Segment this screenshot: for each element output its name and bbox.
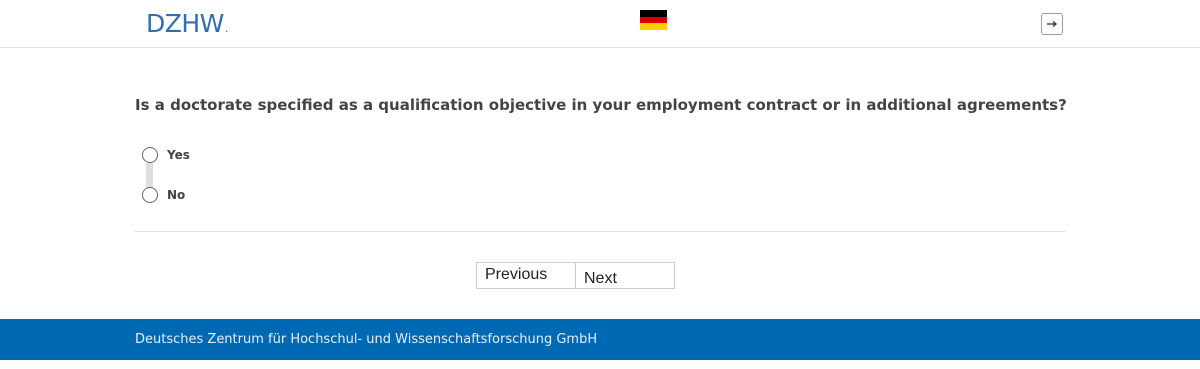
logo-dot: . bbox=[224, 22, 229, 35]
option-yes-label[interactable]: Yes bbox=[167, 148, 190, 162]
option-yes[interactable]: Yes bbox=[142, 147, 190, 163]
next-button[interactable]: Next bbox=[576, 263, 674, 288]
logout-button[interactable] bbox=[1041, 13, 1063, 35]
footer-text: Deutsches Zentrum für Hochschul- und Wis… bbox=[135, 332, 598, 347]
footer-bar: Deutsches Zentrum für Hochschul- und Wis… bbox=[0, 319, 1200, 360]
german-flag-icon[interactable] bbox=[640, 10, 667, 30]
radio-yes[interactable] bbox=[142, 147, 158, 163]
question-text: Is a doctorate specified as a qualificat… bbox=[135, 96, 1067, 114]
logout-icon bbox=[1047, 21, 1058, 27]
navigation-buttons: Previous Next bbox=[476, 262, 675, 289]
divider bbox=[135, 231, 1065, 232]
header-bar: DZHW. bbox=[0, 0, 1200, 48]
radio-no[interactable] bbox=[142, 187, 158, 203]
dzhw-logo[interactable]: DZHW. bbox=[146, 9, 228, 44]
logo-text: DZHW bbox=[146, 9, 224, 38]
option-no[interactable]: No bbox=[142, 187, 185, 203]
previous-button[interactable]: Previous bbox=[477, 263, 576, 288]
option-no-label[interactable]: No bbox=[167, 188, 185, 202]
